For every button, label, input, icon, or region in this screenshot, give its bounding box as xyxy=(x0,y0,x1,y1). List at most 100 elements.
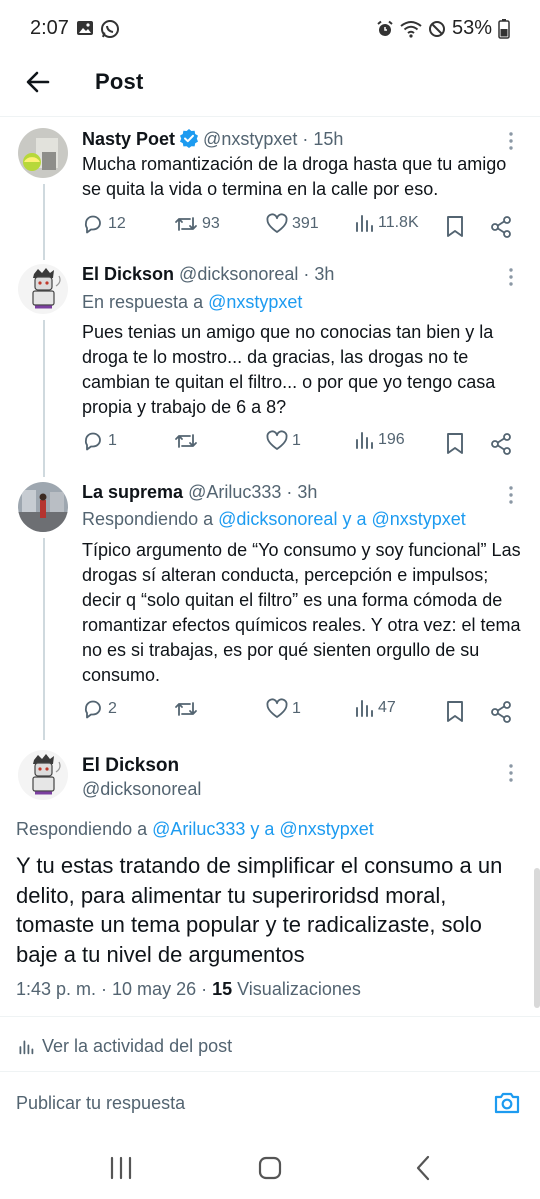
tweet-text: Mucha romantización de la droga hasta qu… xyxy=(82,154,507,199)
avatar-image xyxy=(18,482,68,532)
status-time: 2:07 xyxy=(30,17,69,39)
post-activity-link[interactable]: Ver la actividad del post xyxy=(18,1036,232,1057)
author-handle[interactable]: @dicksonoreal xyxy=(179,264,298,284)
page-title: Post xyxy=(95,69,144,94)
like-count: 1 xyxy=(292,432,301,449)
views-label: Visualizaciones xyxy=(232,979,361,999)
tweet-text: Típico argumento de “Yo consumo y soy fu… xyxy=(82,540,521,685)
replying-to-label: Respondiendo a xyxy=(16,819,153,839)
wifi-icon xyxy=(400,20,422,38)
avatar-image xyxy=(18,750,68,800)
more-options-icon[interactable] xyxy=(504,485,518,505)
avatar[interactable] xyxy=(18,264,68,314)
battery-percent: 53% xyxy=(451,17,492,39)
reply-button[interactable]: 1 xyxy=(82,430,117,452)
reply-compose-input[interactable]: Publicar tu respuesta xyxy=(16,1093,185,1114)
author-name[interactable]: La suprema xyxy=(82,482,183,502)
more-options-icon[interactable] xyxy=(504,131,518,151)
alarm-icon xyxy=(377,20,393,36)
reply-button[interactable]: 12 xyxy=(82,213,126,235)
replying-to: Respondiendo a @Ariluc333 y a @nxstypxet xyxy=(16,819,374,840)
do-not-disturb-icon xyxy=(428,20,445,37)
tweet-header: El Dickson @dicksonoreal · 3h xyxy=(82,264,334,285)
repost-button[interactable] xyxy=(174,698,202,720)
like-button[interactable]: 1 xyxy=(266,698,301,720)
home-icon[interactable] xyxy=(255,1154,285,1182)
author-handle[interactable]: @nxstypxet xyxy=(203,129,297,149)
tweet-time[interactable]: 15h xyxy=(313,129,343,149)
share-icon[interactable] xyxy=(490,700,512,724)
like-count: 1 xyxy=(292,700,301,717)
mention-link[interactable]: @Ariluc333 y a @nxstypxet xyxy=(152,819,374,839)
like-button[interactable]: 1 xyxy=(266,430,301,452)
bookmark-icon[interactable] xyxy=(445,700,465,724)
avatar[interactable] xyxy=(18,482,68,532)
top-app-bar: Post xyxy=(0,58,540,116)
mention-link[interactable]: @dicksonoreal y a @nxstypxet xyxy=(218,509,466,529)
bookmark-icon[interactable] xyxy=(445,215,465,239)
tweet-actions: 1 1 196 xyxy=(82,430,522,460)
post-text: Y tu estas tratando de simplificar el co… xyxy=(16,853,503,967)
more-options-icon[interactable] xyxy=(504,763,518,783)
author-handle[interactable]: @dicksonoreal xyxy=(82,779,201,800)
avatar[interactable] xyxy=(18,128,68,178)
repost-button[interactable] xyxy=(174,430,202,452)
heart-icon xyxy=(266,698,288,718)
post-meta: 1:43 p. m. · 10 may 26 · 15 Visualizacio… xyxy=(16,979,361,1000)
views-chart-icon xyxy=(19,1040,34,1054)
tweet-time[interactable]: 3h xyxy=(297,482,317,502)
divider xyxy=(0,1016,540,1017)
more-options-icon[interactable] xyxy=(504,267,518,287)
replying-to-label: En respuesta a xyxy=(82,292,209,312)
tweet-header: La suprema @Ariluc333 · 3h xyxy=(82,482,317,503)
tweet-actions: 12 93 391 11.8K xyxy=(82,213,522,243)
tweet-time[interactable]: 3h xyxy=(314,264,334,284)
repost-button[interactable]: 93 xyxy=(174,213,220,235)
header-divider xyxy=(0,116,540,117)
author-name[interactable]: Nasty Poet xyxy=(82,129,175,149)
recent-apps-icon[interactable] xyxy=(106,1154,136,1182)
avatar-image xyxy=(18,264,68,314)
author-handle[interactable]: @Ariluc333 xyxy=(188,482,281,502)
reply-button[interactable]: 2 xyxy=(82,698,117,720)
status-notification-icons xyxy=(76,19,120,39)
replying-to: Respondiendo a @dicksonoreal y a @nxstyp… xyxy=(82,509,466,530)
post-timestamp[interactable]: 1:43 p. m. · 10 may 26 · xyxy=(16,979,212,999)
author-name[interactable]: El Dickson xyxy=(82,264,174,284)
back-button[interactable] xyxy=(22,66,54,98)
arrow-left-icon xyxy=(26,71,50,93)
like-button[interactable]: 391 xyxy=(266,213,319,235)
tweet-header: Nasty Poet @nxstypxet · 15h xyxy=(82,128,343,150)
reply-count: 12 xyxy=(108,215,126,232)
status-system-icons: 53% xyxy=(376,17,510,40)
separator-dot: · xyxy=(298,264,315,284)
verified-badge-icon xyxy=(180,129,199,148)
reply-icon xyxy=(84,215,101,234)
thread-line xyxy=(43,184,45,260)
heart-icon xyxy=(266,213,288,233)
views-button[interactable]: 11.8K xyxy=(354,213,419,233)
scrollbar-thumb[interactable] xyxy=(534,868,540,1008)
separator-dot: · xyxy=(281,482,298,502)
back-nav-icon[interactable] xyxy=(408,1154,438,1182)
author-name[interactable]: El Dickson xyxy=(82,755,179,777)
camera-icon[interactable] xyxy=(492,1088,522,1118)
reply-count: 2 xyxy=(108,700,117,717)
avatar[interactable] xyxy=(18,750,68,800)
views-button[interactable]: 196 xyxy=(354,430,405,450)
gallery-icon xyxy=(77,21,93,35)
mention-link[interactable]: @nxstypxet xyxy=(208,292,302,312)
bookmark-icon[interactable] xyxy=(445,432,465,456)
share-icon[interactable] xyxy=(490,215,512,239)
share-icon[interactable] xyxy=(490,432,512,456)
views-chart-icon xyxy=(356,700,373,717)
views-chart-icon xyxy=(356,215,373,232)
reply-icon xyxy=(84,700,101,719)
repost-icon xyxy=(175,434,197,448)
whatsapp-icon xyxy=(101,20,119,38)
views-button[interactable]: 47 xyxy=(354,698,396,718)
system-navigation-bar xyxy=(0,1134,540,1199)
like-count: 391 xyxy=(292,215,319,232)
thread-line xyxy=(43,320,45,477)
views-count: 196 xyxy=(378,431,405,448)
